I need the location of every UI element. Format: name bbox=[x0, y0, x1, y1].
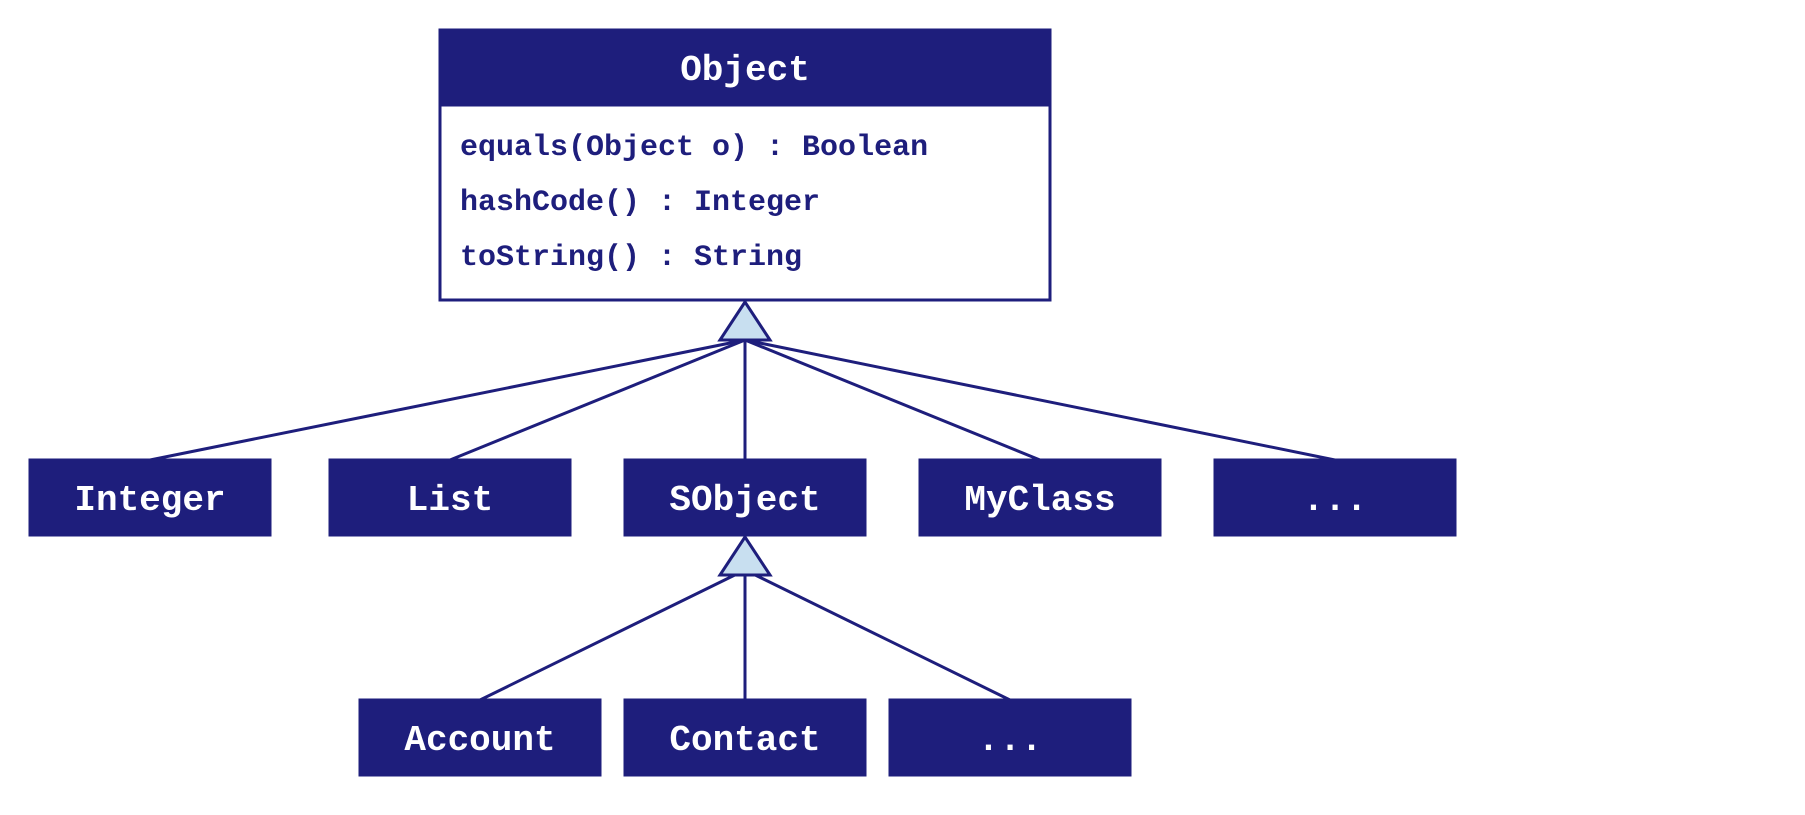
class-box-contact: Contact bbox=[625, 700, 865, 775]
class-hierarchy-diagram: Object equals(Object o) : Boolean hashCo… bbox=[0, 0, 1805, 815]
class-name-more: ... bbox=[1303, 480, 1368, 521]
sobject-connectors bbox=[480, 570, 1010, 700]
class-name-object: Object bbox=[680, 50, 810, 91]
class-name-sobject: SObject bbox=[669, 480, 820, 521]
method-equals: equals(Object o) : Boolean bbox=[460, 131, 928, 165]
class-box-integer: Integer bbox=[30, 460, 270, 535]
class-box-more-2: ... bbox=[890, 700, 1130, 775]
class-box-list: List bbox=[330, 460, 570, 535]
method-tostring: toString() : String bbox=[460, 241, 802, 275]
class-name-myclass: MyClass bbox=[964, 480, 1115, 521]
class-name-contact: Contact bbox=[669, 720, 820, 761]
generalization-arrow-root bbox=[720, 302, 770, 340]
class-box-sobject: SObject bbox=[625, 460, 865, 535]
generalization-arrow-sobject bbox=[720, 537, 770, 575]
class-box-account: Account bbox=[360, 700, 600, 775]
class-box-object: Object equals(Object o) : Boolean hashCo… bbox=[440, 30, 1050, 300]
class-name-list: List bbox=[407, 480, 493, 521]
method-hashcode: hashCode() : Integer bbox=[460, 186, 820, 220]
class-name-account: Account bbox=[404, 720, 555, 761]
class-box-myclass: MyClass bbox=[920, 460, 1160, 535]
class-box-more: ... bbox=[1215, 460, 1455, 535]
root-connectors bbox=[150, 340, 1335, 460]
class-name-more-2: ... bbox=[978, 720, 1043, 761]
class-name-integer: Integer bbox=[74, 480, 225, 521]
